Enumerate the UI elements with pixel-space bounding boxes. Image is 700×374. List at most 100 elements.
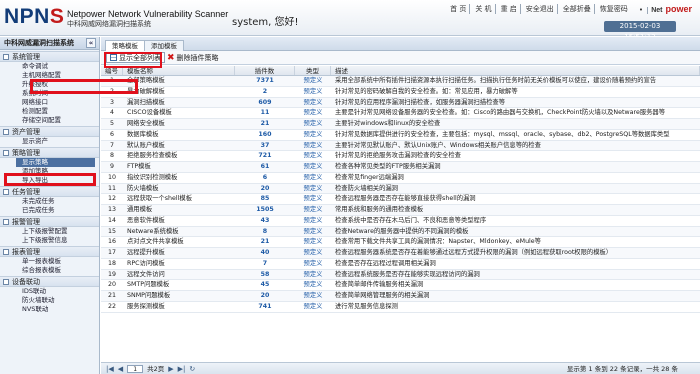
nav-shutdown[interactable]: 关 机 xyxy=(472,4,496,14)
delete-policy-button[interactable]: ✖ 删除插件策略 xyxy=(167,53,219,63)
row-type: 预定义 xyxy=(303,120,323,127)
sidebar-item[interactable]: 单一报表模板 xyxy=(0,257,99,266)
sidebar-item[interactable]: 网络接口 xyxy=(0,98,99,107)
page-input[interactable]: 1 xyxy=(127,365,144,373)
row-template-name[interactable]: 远程文件访问 xyxy=(123,270,235,280)
row-description: 针对常见的密码破解自我的安全检查。如：常见应用，暴力破解等 xyxy=(335,87,518,95)
row-template-name[interactable]: RPC访问模板 xyxy=(123,259,235,269)
col-description[interactable]: 描述 xyxy=(331,66,700,75)
nav-restart[interactable]: 重 启 xyxy=(498,4,521,14)
sidebar-group-policy[interactable]: 策略管理 xyxy=(0,147,99,158)
sidebar-item[interactable]: IDS联动 xyxy=(0,287,99,296)
row-plugin-count: 85 xyxy=(260,195,270,203)
prev-page-icon[interactable]: ◀ xyxy=(118,363,123,374)
row-number: 22 xyxy=(107,302,116,310)
row-template-name[interactable]: FTP模板 xyxy=(123,162,235,172)
row-template-name[interactable]: 远程获取一个shell模板 xyxy=(123,194,235,204)
row-description: 检查常见finger远端漏洞 xyxy=(335,173,404,181)
table-row[interactable]: 11 防火墙模板 20 预定义 检查防火墙相关的漏洞 xyxy=(101,183,700,195)
next-page-icon[interactable]: ▶ xyxy=(168,363,173,374)
nav-logout[interactable]: 安全退出 xyxy=(523,4,558,14)
table-row[interactable]: 7 默认账户模板 37 预定义 主要针对常见默认账户、默认Unix账户、Windows相… xyxy=(101,140,700,152)
table-row[interactable]: 8 拒绝服务检查模板 721 预定义 针对常见的拒绝服务攻击漏洞检查的安全检查 xyxy=(101,151,700,162)
table-row[interactable]: 4 CISCO设备模板 11 预定义 主要是针对常见网络设备服务器的安全检查。如：Cis… xyxy=(101,108,700,119)
tab-policy-templates[interactable]: 策略模板 xyxy=(105,40,145,51)
folder-icon xyxy=(3,129,9,135)
row-template-name[interactable]: 全部策略模板 xyxy=(123,76,235,86)
row-type: 预定义 xyxy=(303,77,323,84)
sidebar-item[interactable]: NVS联动 xyxy=(0,305,99,314)
first-page-icon[interactable]: |◀ xyxy=(106,363,114,374)
row-template-name[interactable]: 暴力破解模板 xyxy=(123,87,235,97)
sidebar-item[interactable]: 上下级报警配置 xyxy=(0,227,99,236)
row-plugin-count: 160 xyxy=(258,130,272,138)
sidebar-item-show-policy[interactable]: 显示策略 xyxy=(16,158,95,167)
folder-icon xyxy=(3,219,9,225)
col-plugin-count[interactable]: 插件数 xyxy=(235,66,295,75)
table-row[interactable]: 5 网络安全模板 21 预定义 主要针对windows和linux的安全检查 xyxy=(101,119,700,130)
col-type[interactable]: 类型 xyxy=(295,66,331,75)
table-row[interactable]: 1 全部策略模板 7371 预定义 采用全部系统中所有插件扫描资源本执行扫描任务。扫描执… xyxy=(101,76,700,87)
pager-controls: |◀ ◀ 1 共2页 ▶ ▶| ↻ xyxy=(106,363,195,374)
table-row[interactable]: 3 漏洞扫描模板 609 预定义 针对常见的应用程序漏洞扫描检查，如服务器漏洞扫描检查等 xyxy=(101,97,700,109)
row-template-name[interactable]: 默认账户模板 xyxy=(123,141,235,151)
row-template-name[interactable]: CISCO设备模板 xyxy=(123,108,235,118)
row-template-name[interactable]: 服务探测模板 xyxy=(123,302,235,312)
row-description: 检查防火墙相关的漏洞 xyxy=(335,184,398,192)
row-template-name[interactable]: 通用模板 xyxy=(123,205,235,215)
collapse-sidebar-button[interactable]: « xyxy=(86,38,96,48)
sidebar-group-tasks[interactable]: 任务管理 xyxy=(0,186,99,197)
row-number: 21 xyxy=(107,292,116,299)
sidebar-group-system[interactable]: 系统管理 xyxy=(0,51,99,62)
sidebar-item[interactable]: 未完成任务 xyxy=(0,197,99,206)
row-template-name[interactable]: 漏洞扫描模板 xyxy=(123,98,235,108)
table-row[interactable]: 18 RPC访问模板 7 预定义 检查是否存在远程过程调用相关漏洞 xyxy=(101,259,700,270)
table-row[interactable]: 12 远程获取一个shell模板 85 预定义 检查远程服务器是否存在能够直接获得she… xyxy=(101,194,700,205)
sidebar-item[interactable]: 命令调试 xyxy=(0,62,99,71)
row-template-name[interactable]: 网络安全模板 xyxy=(123,119,235,129)
row-template-name[interactable]: 数据库模板 xyxy=(123,130,235,140)
row-template-name[interactable]: SMTP问题模板 xyxy=(123,280,235,290)
sidebar-item[interactable]: 显示资产 xyxy=(0,137,99,146)
nav-collapse-all[interactable]: 全部折叠 xyxy=(560,4,595,14)
refresh-icon[interactable]: ↻ xyxy=(189,363,195,374)
sidebar-item[interactable]: 上下级报警信息 xyxy=(0,236,99,245)
row-template-name[interactable]: Netware系统模板 xyxy=(123,227,235,237)
sidebar-item[interactable]: 防火墙联动 xyxy=(0,296,99,305)
table-row[interactable]: 22 服务探测模板 741 预定义 进行常见服务信息探测 xyxy=(101,302,700,313)
tab-add-template[interactable]: 添加模板 xyxy=(144,40,184,51)
table-row[interactable]: 21 SNMP问题模板 20 预定义 检查简单网络管理服务的相关漏洞 xyxy=(101,291,700,302)
nav-restore-password[interactable]: 恢复密码 xyxy=(597,4,631,14)
last-page-icon[interactable]: ▶| xyxy=(178,363,186,374)
row-template-name[interactable]: SNMP问题模板 xyxy=(123,291,235,301)
sidebar-group-assets[interactable]: 资产管理 xyxy=(0,126,99,137)
table-row[interactable]: 16 点对点文件共享模板 21 预定义 检查常用下载文件共享工具的漏洞情况：Napste… xyxy=(101,237,700,248)
folder-icon xyxy=(3,279,9,285)
sidebar-item[interactable]: 检测配置 xyxy=(0,107,99,116)
table-row[interactable]: 13 通用模板 1505 预定义 常用系统和服务的通用检查模板 xyxy=(101,205,700,216)
table-row[interactable]: 9 FTP模板 61 预定义 检查各种常见类型的FTP服务相关漏洞 xyxy=(101,162,700,173)
sidebar-item[interactable]: 已完成任务 xyxy=(0,206,99,215)
row-template-name[interactable]: 拒绝服务检查模板 xyxy=(123,151,235,161)
table-row[interactable]: 19 远程文件访问 58 预定义 检查远程系统服务是否存在能够实现远程访问的漏洞 xyxy=(101,269,700,281)
table-row[interactable]: 15 Netware系统模板 8 预定义 检查Netware的服务器中提供的不同漏洞的模… xyxy=(101,226,700,238)
table-row[interactable]: 20 SMTP问题模板 45 预定义 检查简单邮件传输服务相关漏洞 xyxy=(101,280,700,291)
sidebar-group-linkage[interactable]: 设备联动 xyxy=(0,276,99,287)
table-row[interactable]: 2 暴力破解模板 2 预定义 针对常见的密码破解自我的安全检查。如：常见应用，暴力破解等 xyxy=(101,87,700,98)
table-row[interactable]: 10 指纹识别检测模板 6 预定义 检查常见finger远端漏洞 xyxy=(101,173,700,184)
table-row[interactable]: 6 数据库模板 160 预定义 针对常见数据库提供进行的安全检查，主要包括：mysql、… xyxy=(101,130,700,141)
table-row[interactable]: 14 恶意软件模板 43 预定义 检查系统中是否存在木马后门、不良和恶意等类型程序 xyxy=(101,216,700,227)
row-template-name[interactable]: 点对点文件共享模板 xyxy=(123,237,235,247)
sidebar-group-alerts[interactable]: 报警管理 xyxy=(0,216,99,227)
sidebar-group-reports[interactable]: 报表管理 xyxy=(0,246,99,257)
row-template-name[interactable]: 恶意软件模板 xyxy=(123,216,235,226)
row-template-name[interactable]: 远程提升模板 xyxy=(123,248,235,258)
row-template-name[interactable]: 防火墙模板 xyxy=(123,184,235,194)
row-template-name[interactable]: 指纹识别检测模板 xyxy=(123,173,235,183)
row-description: 主要是针对常见网络设备服务器的安全检查。如：Cisco的路由器与交换机，Chec… xyxy=(335,109,666,117)
sidebar-item[interactable]: 存储空间配置 xyxy=(0,116,99,125)
sidebar-item[interactable]: 综合报表模板 xyxy=(0,266,99,275)
table-row[interactable]: 17 远程提升模板 40 预定义 检查远程服务器系统是否存在着能够通过远程方式提升权限的… xyxy=(101,248,700,259)
nav-home[interactable]: 首 页 xyxy=(447,4,471,14)
row-plugin-count: 1505 xyxy=(256,206,274,213)
